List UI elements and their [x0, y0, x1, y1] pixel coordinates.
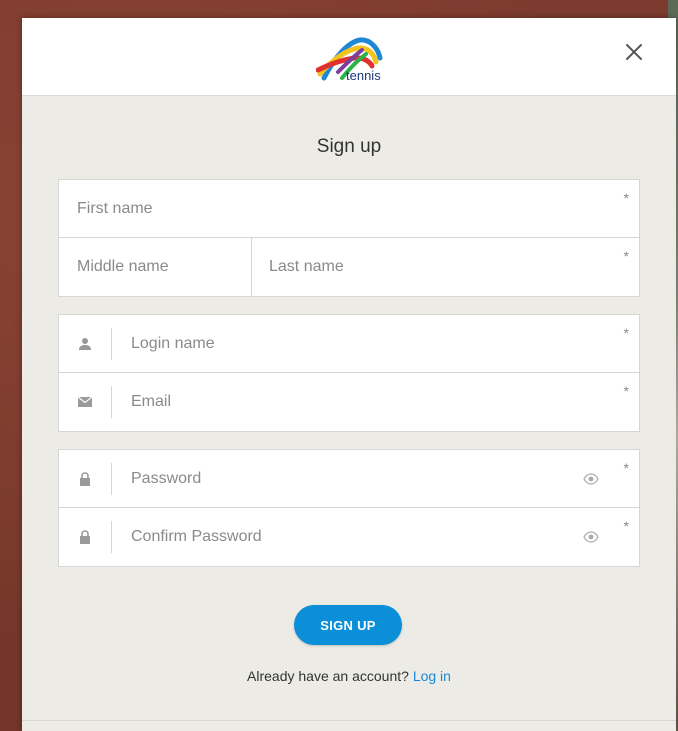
password-row: *: [59, 450, 639, 508]
password-group: * *: [58, 449, 640, 567]
first-name-input[interactable]: [77, 180, 609, 237]
tennis-logo: tennis: [315, 34, 388, 84]
eye-icon: [583, 531, 599, 543]
sign-up-button[interactable]: SIGN UP: [294, 605, 402, 645]
required-marker: *: [623, 190, 629, 206]
login-name-row: *: [59, 315, 639, 373]
account-group: * *: [58, 314, 640, 432]
icon-divider: [111, 386, 112, 418]
required-marker: *: [623, 325, 629, 341]
name-group: * *: [58, 179, 640, 297]
email-input[interactable]: [131, 373, 609, 431]
required-marker: *: [623, 248, 629, 264]
lock-icon: [59, 450, 111, 507]
login-prompt-text: Already have an account?: [247, 668, 409, 684]
login-name-input[interactable]: [131, 315, 609, 372]
footer-divider: [22, 720, 676, 721]
show-password-toggle[interactable]: [583, 472, 599, 486]
modal-header: tennis: [22, 18, 676, 96]
icon-divider: [111, 328, 112, 360]
user-icon: [59, 315, 111, 372]
first-name-row: *: [59, 180, 639, 238]
eye-icon: [583, 473, 599, 485]
required-marker: *: [623, 460, 629, 476]
close-button[interactable]: [622, 40, 646, 64]
form-title: Sign up: [316, 136, 382, 157]
signup-modal: tennis Sign up * *: [22, 18, 676, 731]
email-row: *: [59, 373, 639, 431]
middle-name-input[interactable]: [77, 238, 247, 296]
login-prompt: Already have an account? Log in: [22, 668, 676, 684]
close-icon: [626, 44, 642, 60]
required-marker: *: [623, 518, 629, 534]
log-in-link[interactable]: Log in: [413, 668, 451, 684]
icon-divider: [111, 521, 112, 553]
field-divider: [251, 238, 252, 296]
logo-wordmark: tennis: [346, 68, 381, 83]
last-name-input[interactable]: [269, 238, 609, 296]
confirm-password-input[interactable]: [131, 508, 569, 566]
password-input[interactable]: [131, 450, 569, 507]
middle-last-name-row: *: [59, 238, 639, 296]
envelope-icon: [59, 373, 111, 431]
required-marker: *: [623, 383, 629, 399]
show-confirm-password-toggle[interactable]: [583, 530, 599, 544]
confirm-password-row: *: [59, 508, 639, 566]
icon-divider: [111, 463, 112, 495]
lock-icon: [59, 508, 111, 566]
